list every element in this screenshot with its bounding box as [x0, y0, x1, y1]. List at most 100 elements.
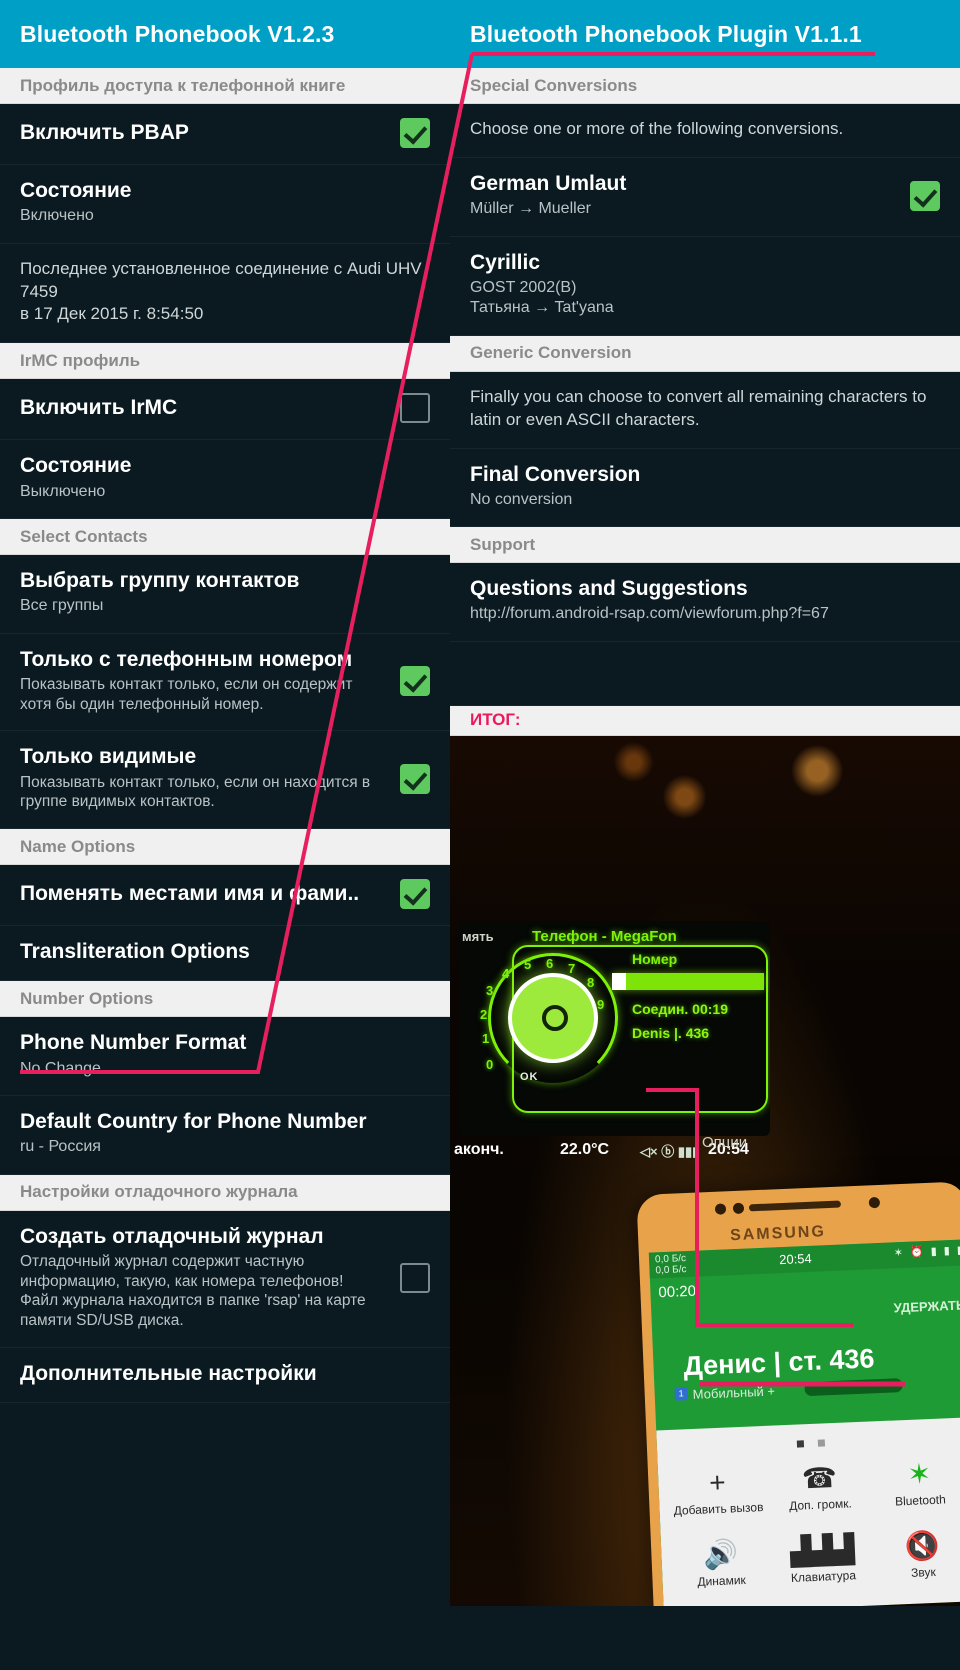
section-header-pbap: Профиль доступа к телефонной книге	[0, 68, 450, 104]
pref-texts: Включить PBAP	[20, 121, 390, 145]
pager-dot[interactable]	[817, 1439, 826, 1447]
status-end-call: аконч.	[454, 1140, 504, 1158]
support-forum-link[interactable]: http://forum.android-rsap.com/viewforum.…	[470, 604, 932, 624]
phone-status-icons: ✶ ⏰ ▮ ▮ ▮	[893, 1244, 960, 1260]
keypad-icon: ▟▟▟	[789, 1532, 856, 1567]
pref-texts: Questions and Suggestions http://forum.a…	[470, 577, 940, 625]
add-call-label: Добавить вызов	[673, 1499, 764, 1518]
intro-text: Finally you can choose to convert all re…	[470, 386, 927, 429]
mute-label: Звук	[910, 1564, 936, 1580]
pref-questions-and-suggestions[interactable]: Questions and Suggestions http://forum.a…	[450, 563, 960, 642]
samsung-phone: SAMSUNG 0,0 Б/c 0,0 Б/c 20:54 ✶ ⏰ ▮ ▮ ▮ …	[636, 1180, 960, 1606]
pref-title: Создать отладочный журнал	[20, 1224, 324, 1248]
checkbox-enable-pbap[interactable]	[400, 118, 430, 148]
speaker-button[interactable]: 🔊 Динамик	[667, 1535, 775, 1589]
left-action-bar: Bluetooth Phonebook V1.2.3	[0, 0, 450, 68]
mute-icon: 🔇	[904, 1529, 941, 1562]
phone-caller-name: Денис | ст. 436	[682, 1343, 876, 1381]
checkbox-swap-first-last-name[interactable]	[400, 879, 430, 910]
pref-create-debug-log[interactable]: Создать отладочный журнал Отладочный жур…	[0, 1210, 450, 1349]
checkbox-only-visible[interactable]	[400, 763, 430, 794]
pref-german-umlaut[interactable]: German Umlaut Müller → Mueller	[450, 157, 960, 237]
pref-texts: Только с телефонным номером Показывать к…	[20, 648, 390, 715]
pref-subtitle: Показывать контакт только, если он наход…	[20, 773, 371, 811]
pref-pbap-state[interactable]: Состояние Включено	[0, 165, 450, 244]
phone-number-redaction	[804, 1377, 903, 1396]
result-photo: мять Телефон - MegaFon 0 1 2 3 4 5 6 7 8…	[450, 735, 960, 1606]
pref-subtitle: No Change	[20, 1059, 101, 1077]
pref-title: Состояние	[20, 179, 132, 202]
last-connection-text: Последнее установленное соединение с Aud…	[20, 258, 422, 324]
pref-only-visible[interactable]: Только видимые Показывать контакт только…	[0, 731, 450, 830]
pref-texts: Последнее установленное соединение с Aud…	[20, 258, 430, 327]
pref-enable-pbap[interactable]: Включить PBAP	[0, 104, 450, 165]
speaker-icon: 🔊	[702, 1537, 739, 1571]
section-header-name-options: Name Options	[0, 829, 450, 866]
phone-sensor-dot	[714, 1203, 727, 1215]
cluster-options-label: Опции	[702, 1133, 748, 1151]
bluetooth-button[interactable]: ✶ Bluetooth	[866, 1455, 960, 1509]
phone-caller-subtitle: Мобильный +	[692, 1383, 776, 1402]
section-header-debug-log: Настройки отладочного журнала	[0, 1174, 450, 1211]
pref-subtitle: ru - Россия	[20, 1138, 101, 1156]
pref-enable-irmc[interactable]: Включить IrMC	[0, 379, 450, 441]
pref-cyrillic[interactable]: Cyrillic GOST 2002(B) Татьяна → Tat'yana	[450, 236, 960, 336]
pref-texts: Choose one or more of the following conv…	[470, 118, 940, 141]
pref-final-conversion[interactable]: Final Conversion No conversion	[450, 448, 960, 528]
phone-hold-button[interactable]: УДЕРЖАТЬ	[893, 1297, 960, 1315]
phone-screen: 0,0 Б/c 0,0 Б/c 20:54 ✶ ⏰ ▮ ▮ ▮ 00:20 УД…	[648, 1238, 960, 1606]
add-call-button[interactable]: + Добавить вызов	[664, 1463, 772, 1517]
pref-texts: Создать отладочный журнал Отладочный жур…	[20, 1225, 390, 1331]
checkbox-only-with-phone-number[interactable]	[400, 666, 430, 697]
pref-title: Только с телефонным номером	[20, 647, 353, 671]
status-icons: ◁× ⓑ ▮▮▮	[640, 1143, 700, 1159]
pref-additional-settings[interactable]: Дополнительные настройки	[0, 1348, 450, 1404]
pref-irmc-state[interactable]: Состояние Выключено	[0, 440, 450, 520]
pref-texts: Выбрать группу контактов Все группы	[20, 569, 430, 617]
checkbox-create-debug-log[interactable]	[400, 1262, 430, 1293]
cluster-connect-line: Соедин. 00:19	[632, 1000, 728, 1017]
intro-text: Choose one or more of the following conv…	[470, 119, 844, 138]
pref-title: Cyrillic	[470, 250, 541, 274]
phone-earpiece	[748, 1200, 842, 1212]
pref-title: Включить PBAP	[20, 120, 189, 144]
keypad-button[interactable]: ▟▟▟ Клавиатура	[769, 1531, 877, 1585]
keypad-label: Клавиатура	[790, 1567, 857, 1585]
pref-texts: Состояние Включено	[20, 179, 430, 227]
right-app-title: Bluetooth Phonebook Plugin V1.1.1	[470, 20, 862, 47]
cluster-number-label: Номер	[632, 950, 678, 967]
intro-special-conversions: Choose one or more of the following conv…	[450, 104, 960, 158]
pref-title: German Umlaut	[470, 171, 627, 195]
cluster-progress-bar	[612, 972, 764, 990]
phone-camera-dot	[868, 1196, 881, 1209]
section-header-select-contacts: Select Contacts	[0, 519, 450, 556]
phone-sensor-dot	[732, 1202, 745, 1214]
left-settings-panel: Bluetooth Phonebook V1.2.3 Профиль досту…	[0, 0, 450, 1670]
pager-dot-active[interactable]	[796, 1440, 805, 1448]
screenshot-root: Bluetooth Phonebook V1.2.3 Профиль досту…	[0, 0, 960, 1670]
phone-data-rate: 0,0 Б/c 0,0 Б/c	[654, 1252, 687, 1277]
pref-transliteration-options[interactable]: Transliteration Options	[0, 926, 450, 982]
pref-title: Состояние	[20, 454, 132, 478]
pref-select-contact-group[interactable]: Выбрать группу контактов Все группы	[0, 555, 450, 634]
status-temperature: 22.0°C	[560, 1140, 610, 1158]
pref-subtitle: GOST 2002(B) Татьяна → Tat'yana	[470, 278, 614, 317]
pref-subtitle: Все группы	[20, 597, 104, 615]
pref-title: Phone Number Format	[20, 1031, 247, 1055]
checkbox-enable-irmc[interactable]	[400, 393, 430, 424]
extra-volume-button[interactable]: ☎ Доп. громк.	[766, 1459, 874, 1513]
pref-phone-number-format[interactable]: Phone Number Format No Change	[0, 1017, 450, 1096]
pref-texts: Поменять местами имя и фами..	[20, 882, 390, 906]
checkbox-german-umlaut[interactable]	[910, 180, 940, 211]
pager-dots	[796, 1433, 840, 1453]
pref-subtitle: Включено	[20, 207, 94, 225]
pref-texts: Transliteration Options	[20, 940, 430, 964]
pref-title: Включить IrMC	[20, 396, 178, 420]
pref-default-country[interactable]: Default Country for Phone Number ru - Ро…	[0, 1095, 450, 1175]
pref-swap-first-last-name[interactable]: Поменять местами имя и фами..	[0, 865, 450, 927]
pref-texts: Состояние Выключено	[20, 454, 430, 502]
pref-only-with-phone-number[interactable]: Только с телефонным номером Показывать к…	[0, 633, 450, 732]
pref-texts: Finally you can choose to convert all re…	[470, 386, 940, 432]
phone-call-timer: 00:20	[658, 1282, 697, 1301]
mute-button[interactable]: 🔇 Звук	[869, 1527, 960, 1581]
